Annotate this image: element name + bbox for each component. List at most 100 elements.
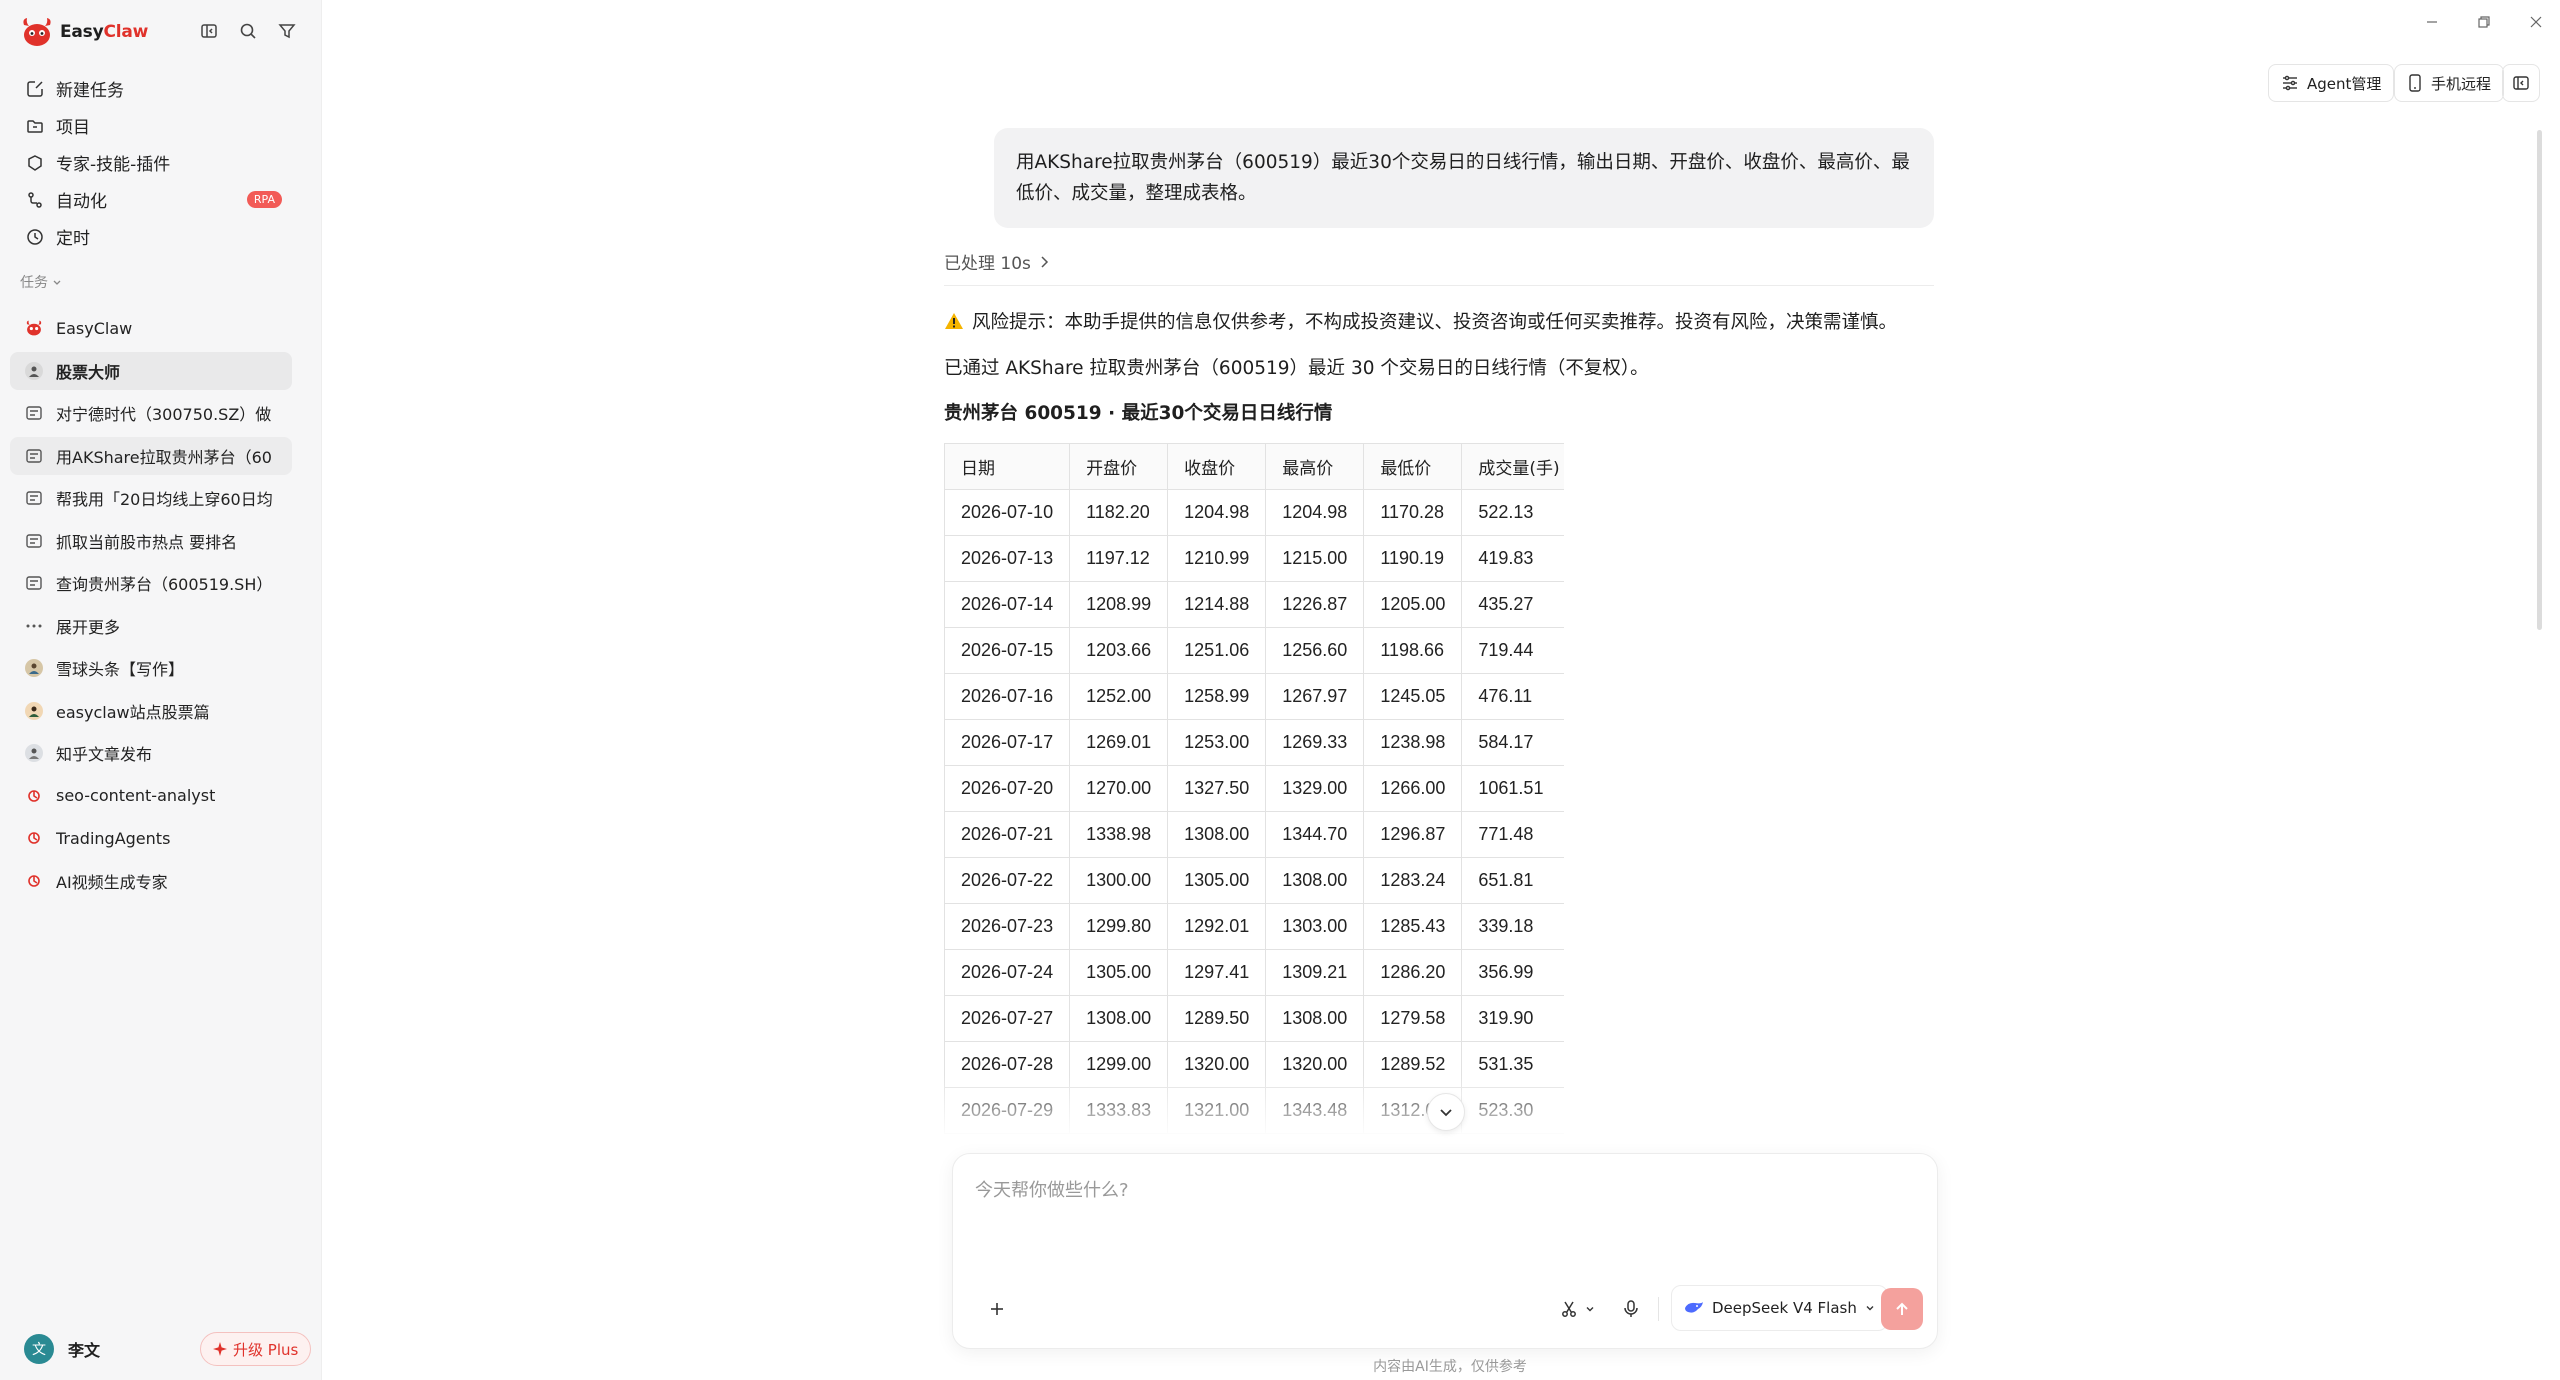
table-cell: 2026-07-15 [944,627,1071,674]
minimize-icon[interactable] [2422,12,2442,32]
nav-label: 定时 [56,229,90,249]
table-cell: 1305.00 [1167,857,1267,904]
table-cell: 1208.99 [1069,581,1169,628]
table-cell: 1308.00 [1167,811,1267,858]
table-cell: 1327.50 [1167,765,1267,812]
column-header: 收盘价 [1167,443,1267,490]
nav-label: 自动化 [56,192,107,212]
table-cell: 419.83 [1461,535,1564,582]
search-icon[interactable] [237,20,259,42]
table-cell: 2026-07-20 [944,765,1071,812]
chevron-down-icon [1440,1109,1452,1117]
table-body: 2026-07-10 1182.20 1204.98 1204.98 1170.28 52… [944,489,1564,1134]
table-cell: 476.11 [1461,673,1564,720]
table-cell: 1289.50 [1167,995,1267,1042]
upgrade-label: 升级 Plus [233,1340,299,1359]
column-header: 开盘价 [1069,443,1169,490]
restore-icon[interactable] [2474,12,2494,32]
close-icon[interactable] [2526,12,2546,32]
sidebar: EasyClaw 新建任务 项目 专家-技能-插件 自动化 RPA 定时 任务 … [0,0,322,1380]
task-item[interactable]: easyclaw站点股票篇 [10,692,292,730]
table-cell: 2026-07-16 [944,673,1071,720]
table-cell: 1214.88 [1167,581,1267,628]
chat-icon [24,573,44,593]
table-cell: 1267.97 [1265,673,1365,720]
table-cell: 2026-07-24 [944,949,1071,996]
risk-warning: 风险提示：本助手提供的信息仅供参考，不构成投资建议、投资咨询或任何买卖推荐。投资… [944,308,1897,334]
nav-scheduled[interactable]: 定时 [14,218,292,255]
table-row: 2026-07-10 1182.20 1204.98 1204.98 1170.28 52… [944,489,1564,536]
quote-table: 日期 开盘价 收盘价 最高价 最低价 成交量(手) 2026-07-10 1182… [944,443,1564,1134]
task-item[interactable]: 抓取当前股市热点 要排名 [10,522,292,560]
table-cell: 1245.05 [1363,673,1463,720]
table-cell: 1170.28 [1363,489,1463,536]
table-cell: 1197.12 [1069,535,1169,582]
brand-name: EasyClaw [60,22,149,42]
quote-table-container[interactable]: 日期 开盘价 收盘价 最高价 最低价 成交量(手) 2026-07-10 1182… [944,443,1564,1135]
agent-management-button[interactable]: Agent管理 [2268,64,2395,102]
table-cell: 1329.00 [1265,765,1365,812]
table-row: 2026-07-21 1338.98 1308.00 1344.70 1296.87 77… [944,811,1564,858]
task-label: 知乎文章发布 [56,745,153,764]
filter-icon[interactable] [276,20,298,42]
nav-automation[interactable]: 自动化 RPA [14,181,292,218]
task-label: 帮我用「20日均线上穿60日均 [56,490,273,509]
task-item[interactable]: AI视频生成专家 [10,862,292,900]
table-cell: 1204.98 [1265,489,1365,536]
table-cell: 1210.99 [1167,535,1267,582]
tasks-section-toggle[interactable]: 任务 [20,272,62,292]
collapse-sidebar-icon[interactable] [198,20,220,42]
microphone-icon[interactable] [1613,1291,1649,1327]
show-more-tasks[interactable]: 展开更多 [10,607,292,645]
table-cell: 1203.66 [1069,627,1169,674]
send-button[interactable] [1881,1288,1923,1330]
task-item[interactable]: 知乎文章发布 [10,734,292,772]
more-icon [24,616,44,636]
composer: DeepSeek V4 Flash [952,1153,1938,1349]
window-controls [2422,12,2546,32]
phone-remote-button[interactable]: 手机远程 [2394,64,2505,102]
model-select[interactable]: DeepSeek V4 Flash [1671,1285,1888,1331]
task-item[interactable]: EasyClaw [10,309,292,347]
task-item[interactable]: 股票大师 [10,351,292,390]
message-input[interactable] [975,1176,1905,1256]
task-item[interactable]: 用AKShare拉取贵州茅台（60 [10,436,292,475]
upgrade-plus-button[interactable]: 升级 Plus [200,1332,312,1366]
table-row: 2026-07-13 1197.12 1210.99 1215.00 1190.19 41… [944,535,1564,582]
column-header: 最低价 [1363,443,1463,490]
table-cell: 1266.00 [1363,765,1463,812]
processed-label: 已处理 10s [944,254,1031,274]
table-cell: 1061.51 [1461,765,1564,812]
nav-experts-skills-plugins[interactable]: 专家-技能-插件 [14,144,292,181]
table-cell: 1285.43 [1363,903,1463,950]
scrollbar[interactable] [2537,130,2542,630]
warning-icon [945,313,963,329]
brand[interactable]: EasyClaw [20,17,148,47]
nav-label: 专家-技能-插件 [56,155,171,175]
table-cell: 319.90 [1461,995,1564,1042]
sidebar-tools [198,20,298,42]
tools-dropdown-icon[interactable] [1578,1291,1602,1327]
table-row: 2026-07-14 1208.99 1214.88 1226.87 1205.00 43… [944,581,1564,628]
task-item[interactable]: seo-content-analyst [10,777,292,815]
main-nav: 新建任务 项目 专家-技能-插件 自动化 RPA 定时 [14,70,292,255]
table-row: 2026-07-24 1305.00 1297.41 1309.21 1286.20 35… [944,949,1564,996]
table-cell: 2026-07-13 [944,535,1071,582]
table-cell: 1303.00 [1265,903,1365,950]
table-cell: 1296.87 [1363,811,1463,858]
attach-button[interactable] [979,1291,1015,1327]
nav-projects[interactable]: 项目 [14,107,292,144]
task-item[interactable]: TradingAgents [10,819,292,857]
nav-new-task[interactable]: 新建任务 [14,70,292,107]
task-item[interactable]: 对宁德时代（300750.SZ）做 [10,394,292,432]
task-item[interactable]: 帮我用「20日均线上穿60日均 [10,479,292,517]
task-item[interactable]: 雪球头条【写作】 [10,649,292,687]
task-item[interactable]: 查询贵州茅台（600519.SH） [10,564,292,602]
scroll-to-bottom-button[interactable] [1427,1093,1465,1131]
table-cell: 522.13 [1461,489,1564,536]
toggle-panel-icon[interactable] [2502,64,2540,102]
processed-toggle[interactable]: 已处理 10s [944,249,1049,274]
table-cell: 1308.00 [1069,995,1169,1042]
table-cell: 1269.01 [1069,719,1169,766]
user-profile[interactable]: 文 李文 [24,1334,100,1364]
